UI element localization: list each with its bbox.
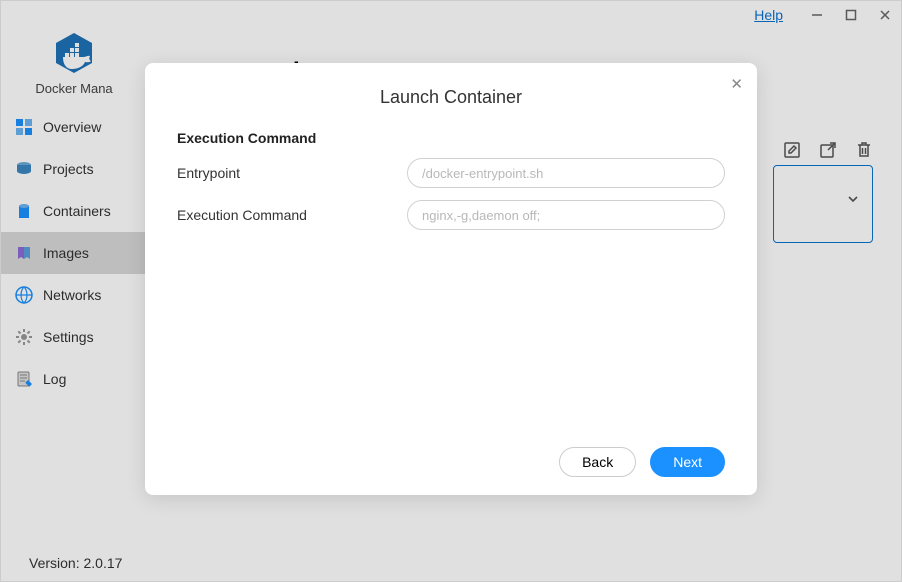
- launch-container-modal: ✕ Launch Container Execution Command Ent…: [145, 63, 757, 495]
- exec-label: Execution Command: [177, 207, 407, 223]
- modal-footer: Back Next: [177, 435, 725, 477]
- section-header: Execution Command: [177, 130, 725, 146]
- entrypoint-row: Entrypoint: [177, 158, 725, 188]
- next-button[interactable]: Next: [650, 447, 725, 477]
- close-icon[interactable]: ✕: [730, 75, 743, 93]
- back-button[interactable]: Back: [559, 447, 636, 477]
- entrypoint-input[interactable]: [407, 158, 725, 188]
- exec-row: Execution Command: [177, 200, 725, 230]
- exec-input[interactable]: [407, 200, 725, 230]
- modal-overlay: ✕ Launch Container Execution Command Ent…: [1, 1, 901, 581]
- entrypoint-label: Entrypoint: [177, 165, 407, 181]
- modal-title: Launch Container: [177, 87, 725, 108]
